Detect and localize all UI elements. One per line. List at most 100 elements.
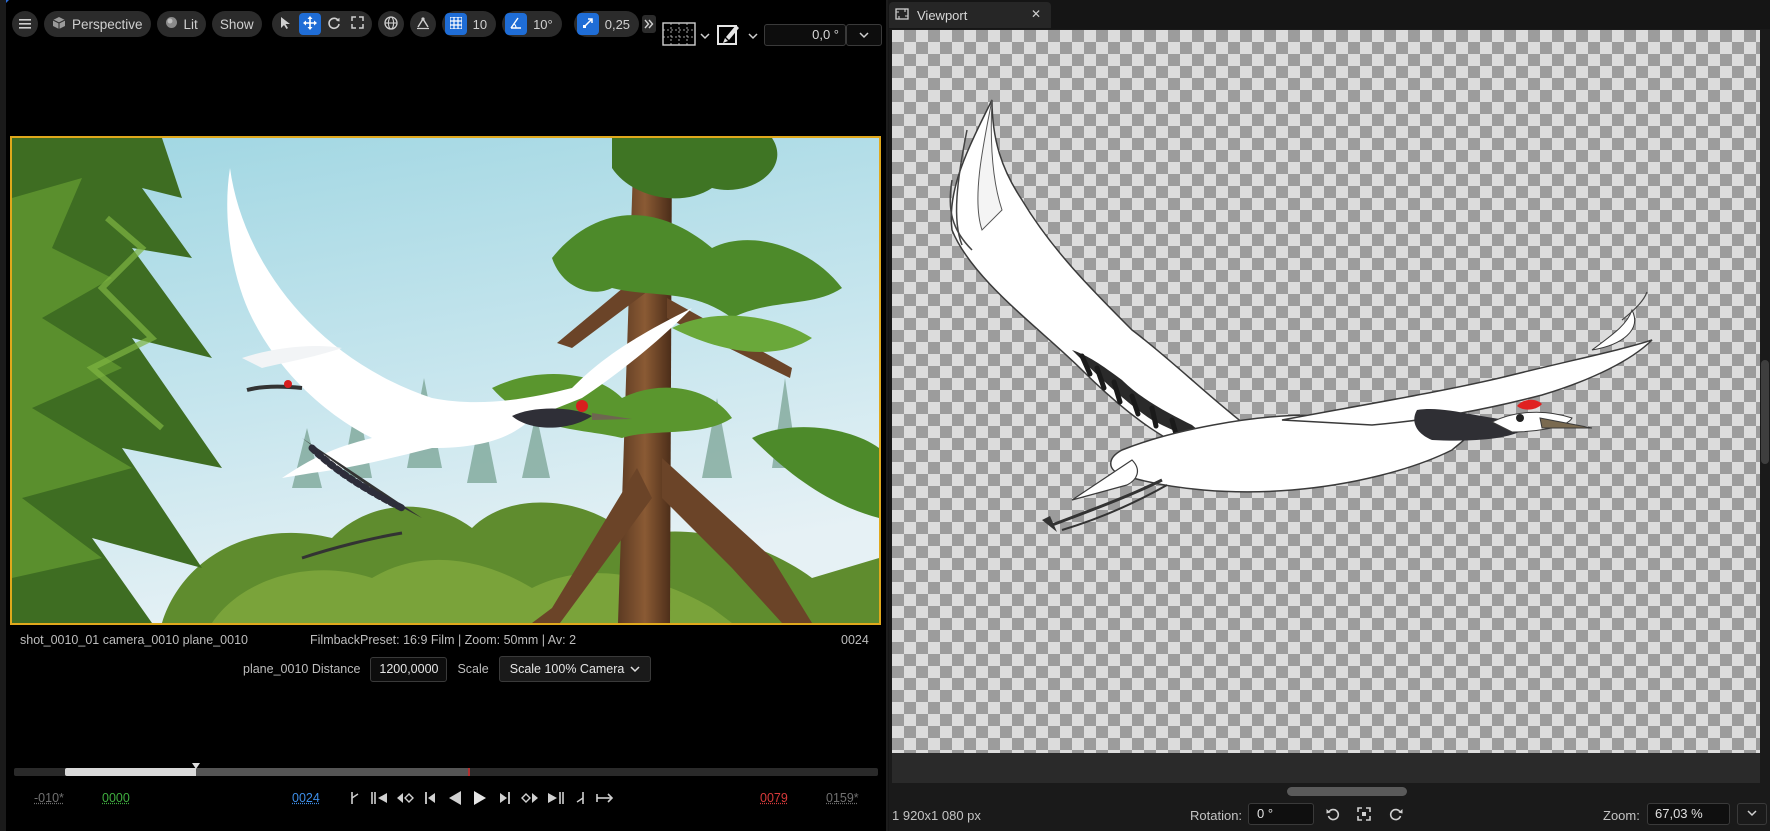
current-frame[interactable]: 0024: [292, 791, 320, 805]
angle-field[interactable]: 0,0 °: [764, 24, 846, 46]
loop-mode-button[interactable]: [595, 788, 615, 810]
sphere-icon: [165, 16, 178, 32]
zoom-dropdown[interactable]: [1737, 803, 1767, 825]
world-local-toggle[interactable]: [377, 11, 404, 37]
lit-button[interactable]: Lit: [156, 11, 206, 37]
angle-snap-value[interactable]: 10°: [529, 17, 559, 32]
angle-snap-toggle[interactable]: [505, 13, 528, 35]
layout-grid-icon: [662, 21, 696, 49]
view-end-frame[interactable]: 0159*: [826, 791, 859, 805]
keyframe-next-icon: [520, 791, 540, 808]
cursor-icon: [280, 16, 292, 33]
transport-controls: [345, 788, 615, 810]
previous-keyframe-button[interactable]: [395, 788, 415, 810]
timeline-playhead[interactable]: [192, 763, 200, 769]
transport-row: -010* 0000 0024 0079 0159*: [0, 788, 888, 810]
texture-canvas[interactable]: [892, 30, 1760, 753]
rotate-left-icon[interactable]: [1323, 804, 1343, 824]
step-back-button[interactable]: [420, 788, 440, 810]
surface-snap-button[interactable]: [409, 11, 436, 37]
step-forward-icon: [498, 791, 512, 808]
cube-icon: [52, 16, 66, 33]
scale-snap-toggle[interactable]: [576, 13, 599, 35]
next-key-icon: [545, 791, 565, 808]
play-icon: [473, 790, 487, 809]
view-start-frame[interactable]: -010*: [34, 791, 64, 805]
scale-snap-icon: [582, 17, 594, 32]
jump-to-start-button[interactable]: [345, 788, 365, 810]
double-chevron-right-icon: [644, 17, 654, 32]
panel-edge: [0, 0, 6, 831]
fit-view-icon[interactable]: [1354, 804, 1374, 824]
zoom-label: Zoom:: [1603, 808, 1640, 823]
globe-icon: [383, 15, 398, 33]
grid-snap-group[interactable]: 10: [441, 11, 497, 37]
viewport-toolbar: Perspective Lit Show 10 10° 0,25: [12, 10, 640, 38]
translate-tool-button[interactable]: [298, 13, 321, 35]
lit-label: Lit: [183, 16, 198, 32]
paint-dropdown-chevron-icon[interactable]: [748, 28, 758, 43]
plane-distance-input[interactable]: 1200,0000: [370, 656, 448, 682]
filmback-label: FilmbackPreset: 16:9 Film | Zoom: 50mm |…: [310, 633, 577, 647]
camera-render-view[interactable]: [10, 136, 881, 625]
scale-icon: [351, 16, 364, 32]
previous-key-icon: [370, 791, 390, 808]
zoom-input[interactable]: 67,03 %: [1647, 803, 1730, 825]
transform-tools-group: [271, 11, 372, 37]
scale-snap-group[interactable]: 0,25: [573, 11, 640, 37]
chevron-down-icon: [1747, 808, 1757, 820]
tab-viewport[interactable]: Viewport ✕: [889, 2, 1051, 28]
angle-field-dropdown[interactable]: [846, 24, 882, 46]
close-icon[interactable]: ✕: [1031, 7, 1041, 21]
hamburger-icon: [19, 17, 31, 32]
scale-label: Scale: [457, 662, 489, 676]
next-keyframe-button[interactable]: [520, 788, 540, 810]
rotate-right-icon[interactable]: [1386, 804, 1406, 824]
toolbar-expand-button[interactable]: [642, 15, 656, 33]
step-back-icon: [423, 791, 437, 808]
resolution-label: 1 920x1 080 px: [892, 808, 981, 823]
show-button[interactable]: Show: [211, 11, 262, 37]
rotate-icon: [327, 16, 341, 33]
angle-snap-group[interactable]: 10°: [502, 11, 562, 37]
previous-key-button[interactable]: [370, 788, 390, 810]
timeline-playback-range: [196, 768, 468, 776]
play-start-frame[interactable]: 0000: [102, 791, 130, 805]
next-key-button[interactable]: [545, 788, 565, 810]
keyframe-prev-icon: [395, 791, 415, 808]
plane-distance-row: plane_0010 Distance 1200,0000 Scale Scal…: [243, 656, 652, 682]
layout-dropdown-chevron-icon[interactable]: [700, 28, 710, 43]
rotation-label: Rotation:: [1190, 808, 1243, 823]
select-tool-button[interactable]: [275, 13, 297, 35]
texture-viewport-panel: Viewport ✕ 1 920x1 080 px Rotation: 0 ° …: [889, 0, 1770, 831]
step-forward-button[interactable]: [495, 788, 515, 810]
timeline-scrubber[interactable]: [14, 763, 878, 776]
rotate-tool-button[interactable]: [323, 13, 345, 35]
play-button[interactable]: [470, 788, 490, 810]
play-end-frame[interactable]: 0079: [760, 791, 788, 805]
chevron-down-icon: [630, 662, 640, 676]
grid-snap-toggle[interactable]: [444, 13, 467, 35]
scale-option-label: Scale 100% Camera: [509, 662, 625, 676]
shot-label: shot_0010_01 camera_0010 plane_0010: [20, 633, 248, 647]
jump-to-end-button[interactable]: [570, 788, 590, 810]
viewport-menu-button[interactable]: [12, 11, 38, 37]
frame-counter: 0024: [841, 633, 869, 647]
layout-button[interactable]: [662, 21, 698, 49]
perspective-button[interactable]: Perspective: [44, 11, 151, 37]
angle-icon: [510, 17, 522, 32]
play-reverse-icon: [448, 790, 462, 809]
chevron-down-icon: [859, 28, 869, 42]
grid-snap-value[interactable]: 10: [469, 17, 493, 32]
rotation-input[interactable]: 0 °: [1248, 803, 1314, 825]
scale-tool-button[interactable]: [347, 13, 369, 35]
scale-dropdown[interactable]: Scale 100% Camera: [498, 656, 652, 682]
paint-tool-button[interactable]: [716, 22, 742, 48]
timeline-end-marker: [468, 768, 470, 776]
scale-snap-value[interactable]: 0,25: [601, 17, 636, 32]
vertical-scrollbar[interactable]: [1761, 360, 1769, 464]
surface-snap-icon: [416, 16, 430, 33]
timeline-played-range: [65, 768, 196, 776]
horizontal-scrollbar[interactable]: [1287, 787, 1407, 796]
play-reverse-button[interactable]: [445, 788, 465, 810]
